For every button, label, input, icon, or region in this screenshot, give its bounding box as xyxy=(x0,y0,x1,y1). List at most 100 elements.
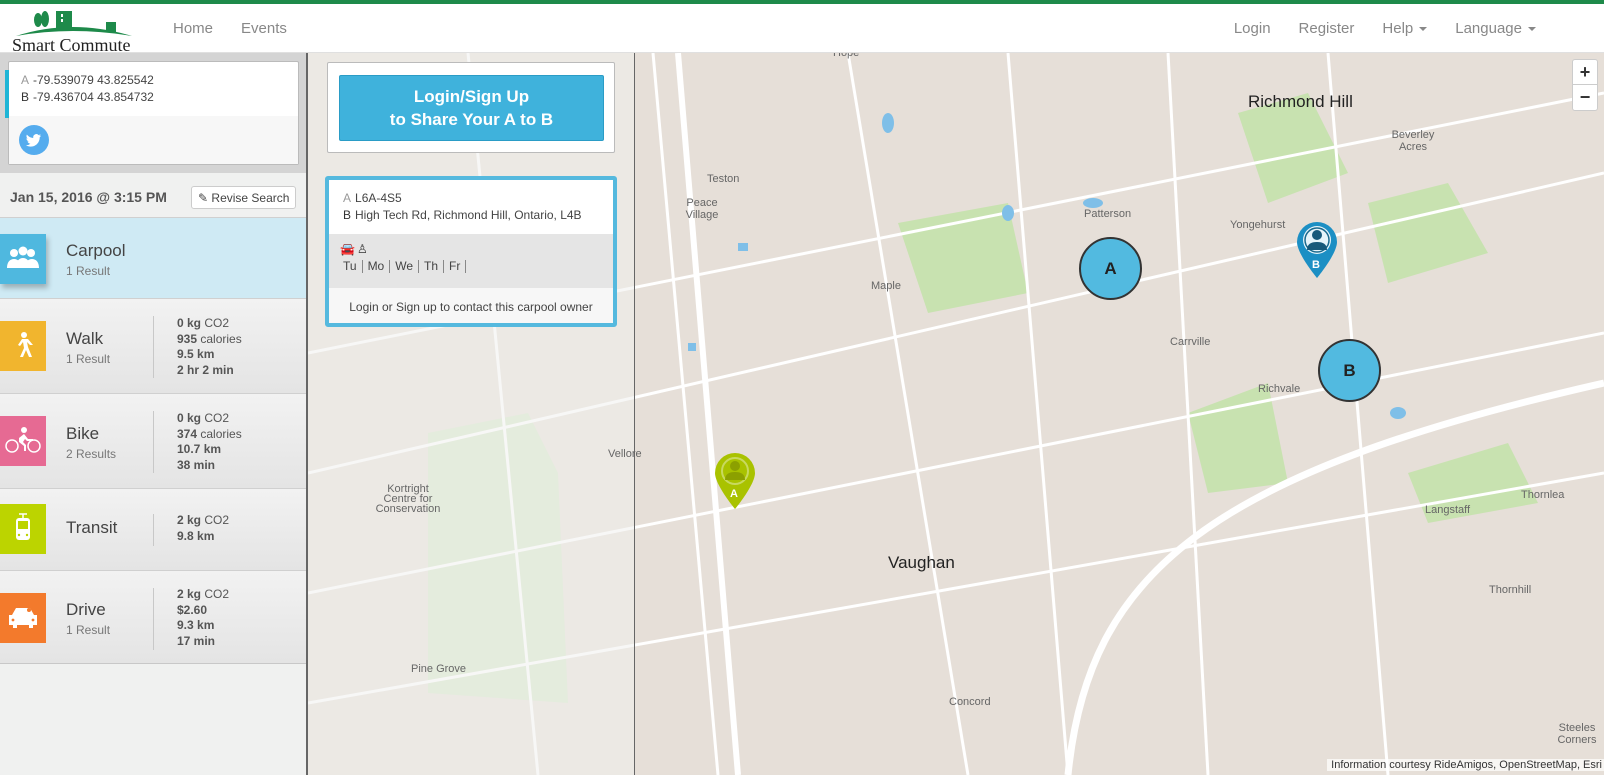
place-label: Richvale xyxy=(1258,383,1301,395)
place-label: Thornhill xyxy=(1489,584,1532,596)
twitter-share-button[interactable] xyxy=(19,125,49,155)
divider xyxy=(153,411,154,473)
mode-carpool[interactable]: Carpool 1 Result xyxy=(0,217,306,298)
stat-unit: CO2 xyxy=(201,316,230,330)
divider xyxy=(153,588,154,650)
day-chip: Mo xyxy=(363,260,391,273)
stat-value: 9.5 km xyxy=(177,347,215,361)
place-label: Teston xyxy=(707,173,740,185)
stat-unit: CO2 xyxy=(201,411,230,425)
mode-stats: 0 kg CO2 935 calories 9.5 km 2 hr 2 min xyxy=(177,316,242,378)
nav-register[interactable]: Register xyxy=(1299,20,1355,37)
pin-a-marker[interactable]: A xyxy=(713,451,757,511)
contact-owner-link[interactable]: Login or Sign up to contact this carpool… xyxy=(329,288,613,323)
mode-drive[interactable]: Drive 1 Result 2 kg CO2 $2.60 9.3 km 17 … xyxy=(0,570,306,664)
nav-main: Home Events xyxy=(173,20,287,37)
carpool-destination: High Tech Rd, Richmond Hill, Ontario, L4… xyxy=(355,208,582,222)
mode-name: Walk xyxy=(66,329,104,348)
mode-name: Transit xyxy=(66,518,118,537)
stat-value: 2 kg xyxy=(177,587,202,601)
car-icon: 🚘 xyxy=(340,242,355,256)
mode-result-count: 1 Result xyxy=(66,623,111,637)
mode-transit[interactable]: Transit 2 kg CO2 9.8 km xyxy=(0,488,306,570)
tram-icon xyxy=(0,504,46,554)
mode-stats: 2 kg CO2 $2.60 9.3 km 17 min xyxy=(177,587,229,649)
nav-language-label: Language xyxy=(1455,20,1522,37)
stat-distance: 9.5 km xyxy=(177,347,242,363)
carpool-origin: L6A-4S5 xyxy=(355,191,402,205)
share-cta-card: Login/Sign Up to Share Your A to B xyxy=(327,62,615,153)
day-chip: Fr xyxy=(444,260,467,273)
map-zoom-control: + − xyxy=(1572,59,1598,111)
stat-co2: 0 kg CO2 xyxy=(177,316,242,332)
carpool-role-icons: 🚘 ♙ xyxy=(340,242,368,256)
stat-value: 10.7 km xyxy=(177,442,222,456)
mode-stats: 2 kg CO2 9.8 km xyxy=(177,513,229,544)
revise-search-label: Revise Search xyxy=(211,191,290,205)
passenger-icon: ♙ xyxy=(356,242,368,256)
zoom-out-button[interactable]: − xyxy=(1573,85,1597,110)
nav-login[interactable]: Login xyxy=(1234,20,1271,37)
mode-result-count: 1 Result xyxy=(66,264,111,278)
divider xyxy=(153,514,154,546)
map[interactable]: Richmond Hill Vaughan Hope Teston Peace … xyxy=(308,53,1604,775)
nav-home[interactable]: Home xyxy=(173,20,213,37)
place-label: Thornlea xyxy=(1521,489,1565,501)
mode-result-count: 2 Results xyxy=(66,447,117,461)
day-chip: We xyxy=(390,260,420,273)
share-bar xyxy=(9,116,298,164)
day-chip: Tu xyxy=(343,260,363,273)
login-share-button[interactable]: Login/Sign Up to Share Your A to B xyxy=(339,75,604,141)
carpool-details: 🚘 ♙ Tu Mo We Th Fr xyxy=(329,234,613,288)
stat-unit: CO2 xyxy=(201,587,230,601)
nav-user: Login Register Help Language xyxy=(1234,20,1536,37)
nav-help-label: Help xyxy=(1382,20,1414,37)
map-overlay-shade xyxy=(308,53,634,775)
nav-language-dropdown[interactable]: Language xyxy=(1455,20,1536,37)
share-line-1: Login/Sign Up xyxy=(413,87,530,106)
revise-search-button[interactable]: ✎ Revise Search xyxy=(191,186,296,209)
city-label: Richmond Hill xyxy=(1248,92,1353,111)
place-label: Langstaff xyxy=(1425,504,1471,516)
logo-icon xyxy=(16,11,132,36)
pin-label: A xyxy=(730,488,738,500)
place-label: Beverley Acres xyxy=(1391,129,1435,153)
mode-name: Carpool xyxy=(66,241,126,260)
walk-icon xyxy=(0,321,46,371)
city-label: Vaughan xyxy=(888,553,955,572)
stat-unit: calories xyxy=(197,426,242,441)
zoom-in-button[interactable]: + xyxy=(1573,60,1597,85)
results-sidebar: A -79.539079 43.825542 B -79.436704 43.854… xyxy=(0,53,308,775)
place-label: Yongehurst xyxy=(1230,219,1286,231)
place-label: Carrville xyxy=(1170,336,1211,348)
carpool-addresses: A L6A-4S5 B High Tech Rd, Richmond Hill, O… xyxy=(343,190,582,224)
place-label: Pine Grove xyxy=(411,663,467,675)
stat-value: $2.60 xyxy=(177,602,208,617)
car-icon xyxy=(0,593,46,643)
origin-area-marker[interactable]: A xyxy=(1079,237,1142,300)
caret-down-icon xyxy=(1528,27,1536,32)
search-datetime: Jan 15, 2016 @ 3:15 PM xyxy=(10,189,167,205)
point-b-label: B xyxy=(343,208,352,222)
people-icon xyxy=(0,234,46,284)
carpool-result-card[interactable]: A L6A-4S5 B High Tech Rd, Richmond Hill, O… xyxy=(325,176,617,327)
place-label: Maple xyxy=(871,280,901,292)
carpool-days: Tu Mo We Th Fr xyxy=(343,260,467,273)
nav-events[interactable]: Events xyxy=(241,20,287,37)
caret-down-icon xyxy=(1419,27,1428,32)
mode-name: Bike xyxy=(66,424,100,443)
map-pin-icon xyxy=(715,453,755,509)
map-attribution: Information courtesy RideAmigos, OpenStr… xyxy=(1327,759,1604,771)
address-lines: A -79.539079 43.825542 B -79.436704 43.854… xyxy=(21,72,154,106)
place-label: Concord xyxy=(949,696,991,708)
search-date-row: Jan 15, 2016 @ 3:15 PM ✎ Revise Search xyxy=(0,177,306,217)
stat-value: 374 xyxy=(177,426,198,441)
logo[interactable]: Smart Commute xyxy=(12,8,148,55)
point-a-label: A xyxy=(21,73,30,87)
pin-b-marker[interactable]: B xyxy=(1295,220,1339,280)
map-pin-icon xyxy=(1297,222,1337,278)
nav-help-dropdown[interactable]: Help xyxy=(1382,20,1428,37)
mode-walk[interactable]: Walk 1 Result 0 kg CO2 935 calories 9.5 … xyxy=(0,298,306,393)
destination-area-marker[interactable]: B xyxy=(1318,339,1381,402)
mode-bike[interactable]: Bike 2 Results 0 kg CO2 374 calories 10.… xyxy=(0,393,306,488)
